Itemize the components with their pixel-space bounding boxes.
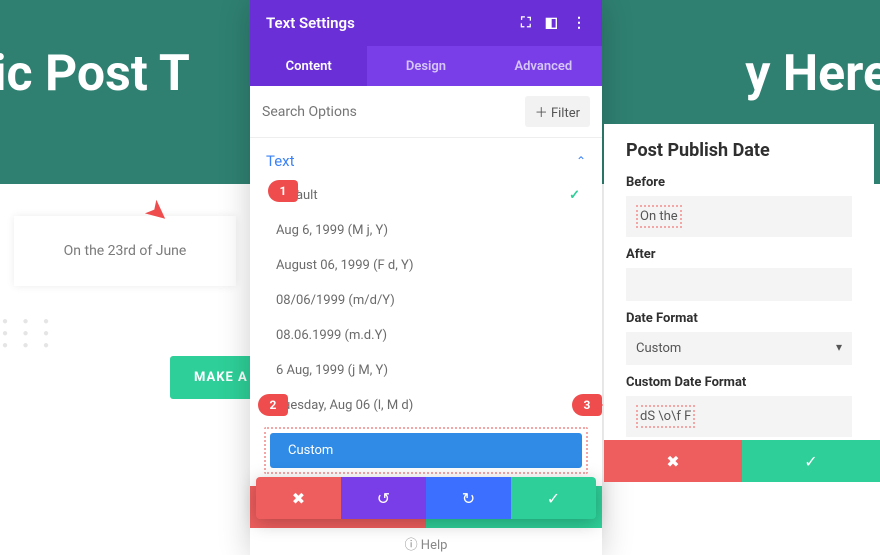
option-item[interactable]: August 06, 1999 (F d, Y) <box>258 248 594 283</box>
expand-icon[interactable]: ⛶ <box>521 15 531 31</box>
callout-2: 2 <box>258 394 288 416</box>
option-custom-highlight: Custom <box>264 427 588 474</box>
option-item[interactable]: Tuesday, Aug 06 (l, M d) <box>258 388 594 423</box>
tab-advanced[interactable]: Advanced <box>485 46 602 86</box>
side-actions: ✖ ✓ <box>604 440 880 482</box>
option-item[interactable]: Aug 6, 1999 (M j, Y) <box>258 213 594 248</box>
option-item[interactable]: 08/06/1999 (m/d/Y) <box>258 283 594 318</box>
preview-text: On the 23rd of June <box>64 243 187 259</box>
drag-dots-icon: ● ● ●● ● ●● ● ● <box>2 316 55 352</box>
bottom-redo[interactable]: ↻ <box>426 477 511 519</box>
help-label: Help <box>421 538 448 553</box>
modal-header[interactable]: Text Settings ⛶ ◧ ⋮ <box>250 0 602 46</box>
option-custom[interactable]: Custom <box>270 433 582 468</box>
chevron-up-icon: ⌃ <box>576 154 586 168</box>
check-icon: ✓ <box>569 188 580 203</box>
option-default[interactable]: Default ✓ <box>258 178 594 213</box>
callout-1: 1 <box>268 180 298 202</box>
undo-icon: ↺ <box>377 489 390 508</box>
option-item[interactable]: 6 Aug, 1999 (j M, Y) <box>258 353 594 388</box>
close-icon: ✖ <box>666 452 679 471</box>
help-link[interactable]: ⓘ Help <box>250 528 602 555</box>
redo-icon: ↻ <box>462 489 475 508</box>
check-icon: ✓ <box>547 489 560 508</box>
modal-tabs: Content Design Advanced <box>250 46 602 86</box>
before-value-highlight: On the <box>636 205 682 228</box>
more-icon[interactable]: ⋮ <box>572 15 586 31</box>
custom-format-label: Custom Date Format <box>626 375 852 390</box>
search-row: ＋ Filter <box>250 86 602 138</box>
side-confirm[interactable]: ✓ <box>742 440 880 482</box>
preview-card: On the 23rd of June <box>14 216 236 286</box>
make-button-label: MAKE A <box>194 370 248 385</box>
before-label: Before <box>626 175 852 190</box>
custom-format-input[interactable]: dS \o\f F <box>626 396 852 437</box>
bottom-toolbar: ✖ ↺ ↻ ✓ <box>256 477 596 519</box>
modal-title: Text Settings <box>266 14 355 32</box>
side-cancel[interactable]: ✖ <box>604 440 742 482</box>
bottom-confirm[interactable]: ✓ <box>511 477 596 519</box>
filter-button[interactable]: ＋ Filter <box>525 96 590 127</box>
settings-modal: Text Settings ⛶ ◧ ⋮ Content Design Advan… <box>250 0 602 555</box>
tab-design[interactable]: Design <box>367 46 484 86</box>
after-label: After <box>626 247 852 262</box>
custom-format-highlight: dS \o\f F <box>636 405 695 428</box>
sidepanel-title: Post Publish Date <box>626 140 852 161</box>
chevron-down-icon: ▾ <box>836 340 842 354</box>
side-panel: Post Publish Date Before On the After Da… <box>604 124 874 453</box>
section-text[interactable]: Text ⌃ <box>250 138 602 178</box>
bottom-cancel[interactable]: ✖ <box>256 477 341 519</box>
hero-text-left: mic Post T <box>0 45 190 103</box>
after-input[interactable] <box>626 268 852 301</box>
date-format-select[interactable]: Custom <box>626 332 852 365</box>
search-input[interactable] <box>262 104 517 120</box>
bottom-undo[interactable]: ↺ <box>341 477 426 519</box>
section-label: Text <box>266 152 295 170</box>
close-icon: ✖ <box>292 489 305 508</box>
before-input[interactable]: On the <box>626 196 852 237</box>
hero-text-right: y Here <box>745 45 880 103</box>
callout-3: 3 <box>572 394 602 416</box>
tab-content[interactable]: Content <box>250 46 367 86</box>
date-format-label: Date Format <box>626 311 852 326</box>
check-icon: ✓ <box>804 452 817 471</box>
option-list: Default ✓ Aug 6, 1999 (M j, Y) August 06… <box>250 178 602 486</box>
option-item[interactable]: 08.06.1999 (m.d.Y) <box>258 318 594 353</box>
panel-icon[interactable]: ◧ <box>545 15 558 31</box>
filter-label: Filter <box>551 106 580 121</box>
